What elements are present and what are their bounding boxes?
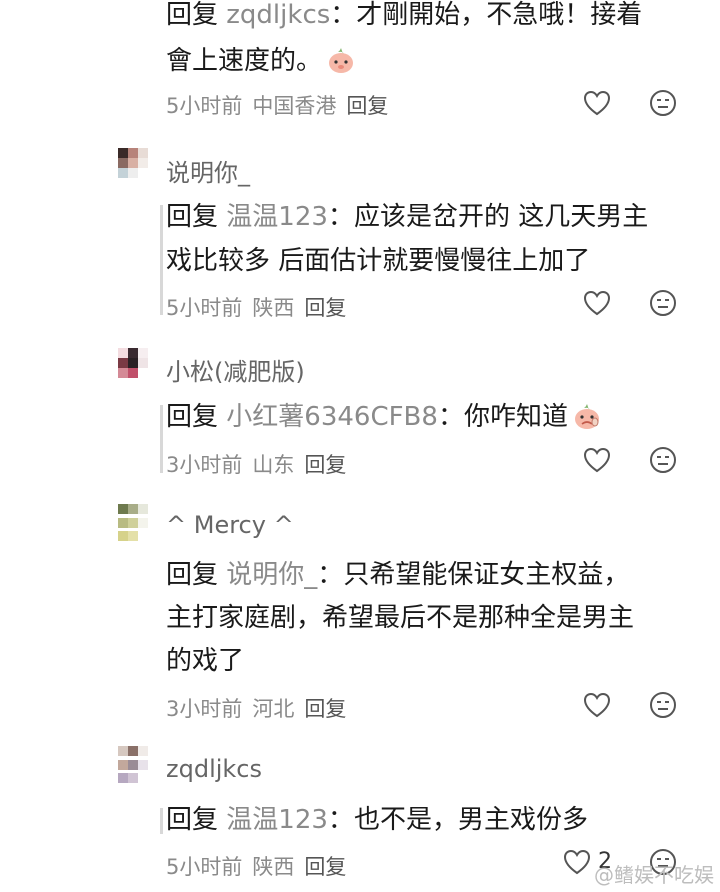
reply-text: 才剛開始，不急哦！接着	[356, 0, 643, 30]
neutral-face-icon	[650, 290, 676, 316]
reply-button[interactable]: 回复	[304, 296, 346, 320]
comment-time: 5小时前	[166, 855, 243, 879]
reply-target[interactable]: 小红薯6346CFB8	[226, 402, 438, 432]
reply-line-2: 戏比较多 后面估计就要慢慢往上加了	[166, 238, 696, 284]
reply-line-1: 回复 说明你_：只希望能保证女主权益，	[166, 560, 630, 590]
reply-text: 主打家庭剧，希望最后不是那种全是男主	[166, 603, 635, 633]
reply-line-2: 主打家庭剧，希望最后不是那种全是男主	[166, 595, 696, 641]
reply-button[interactable]: 回复	[304, 697, 346, 721]
quote-bar	[160, 808, 163, 834]
comment-username[interactable]: 说明你_	[166, 153, 250, 188]
comment-meta: 5小时前 陕西 回复	[166, 292, 356, 322]
reply-text: 會上速度的。	[166, 46, 323, 76]
reply-button[interactable]: 回复	[346, 94, 388, 118]
heart-outline-icon	[583, 90, 611, 116]
dislike-button[interactable]	[648, 288, 678, 318]
reply-text: 应该是岔开的 这几天男主	[353, 202, 649, 232]
neutral-face-icon	[650, 90, 676, 116]
reply-text: 也不是，男主戏份多	[353, 805, 588, 835]
reply-line-1: 回复 小红薯6346CFB8：你咋知道	[166, 394, 696, 440]
reply-line-1: 回复 温温123：也不是，男主戏份多	[166, 805, 588, 835]
reply-line-3: 的戏了	[166, 638, 696, 684]
reply-target[interactable]: 温温123	[226, 805, 328, 835]
avatar[interactable]	[118, 348, 148, 378]
comment-location: 陕西	[252, 296, 295, 320]
comment-username[interactable]: zqdljkcs	[166, 755, 262, 783]
reply-target[interactable]: 温温123	[226, 202, 328, 232]
reply-text: 的戏了	[166, 646, 245, 676]
comment-time: 5小时前	[166, 296, 243, 320]
heart-outline-icon	[563, 849, 591, 875]
like-button[interactable]	[582, 445, 612, 475]
comment-meta: 3小时前 山东 回复	[166, 449, 356, 479]
reply-button[interactable]: 回复	[304, 855, 346, 879]
reply-text: 只希望能保证女主权益，	[343, 560, 630, 590]
comment-meta: 3小时前 河北 回复	[166, 693, 356, 723]
reply-text: 你咋知道	[463, 402, 568, 432]
reply-button[interactable]: 回复	[304, 453, 346, 477]
comment-time: 5小时前	[166, 94, 243, 118]
heart-outline-icon	[583, 290, 611, 316]
comment-location: 中国香港	[252, 94, 337, 118]
watermark: @鳍娱不吃娱	[594, 863, 714, 887]
reply-target[interactable]: zqdljkcs	[226, 0, 330, 30]
heart-outline-icon	[583, 692, 611, 718]
dislike-button[interactable]	[648, 690, 678, 720]
reply-keyword: 回复	[166, 0, 219, 30]
comment-username[interactable]: 小松(减肥版)	[166, 352, 305, 387]
reply-keyword: 回复	[166, 402, 219, 432]
comment-location: 陕西	[252, 855, 295, 879]
heart-outline-icon	[583, 447, 611, 473]
neutral-face-icon	[650, 447, 676, 473]
dislike-button[interactable]	[648, 88, 678, 118]
neutral-face-icon	[650, 692, 676, 718]
comment-location: 山东	[252, 453, 295, 477]
reply-line-2: 會上速度的。	[166, 38, 696, 84]
quote-bar	[160, 405, 163, 473]
dislike-button[interactable]	[648, 445, 678, 475]
reply-line-1: 回复 温温123：应该是岔开的 这几天男主	[166, 202, 649, 232]
comment-location: 河北	[252, 697, 295, 721]
like-button[interactable]	[582, 288, 612, 318]
reply-keyword: 回复	[166, 560, 219, 590]
reply-target[interactable]: 说明你_	[226, 560, 317, 590]
peach-pig-emoji-icon	[572, 400, 602, 430]
comment-meta: 5小时前 中国香港 回复	[166, 90, 398, 120]
avatar[interactable]	[118, 504, 148, 544]
comment-meta: 5小时前 陕西 回复	[166, 851, 356, 881]
avatar[interactable]	[118, 746, 148, 786]
like-button[interactable]	[582, 88, 612, 118]
like-button[interactable]	[582, 690, 612, 720]
quote-bar	[160, 205, 163, 315]
peach-pig-emoji-icon	[326, 44, 356, 74]
reply-text: 戏比较多 后面估计就要慢慢往上加了	[166, 246, 591, 276]
reply-line-1: 回复 zqdljkcs：才剛開始，不急哦！接着	[166, 0, 643, 30]
like-button[interactable]	[562, 847, 592, 877]
reply-keyword: 回复	[166, 805, 219, 835]
reply-keyword: 回复	[166, 202, 219, 232]
comment-time: 3小时前	[166, 697, 243, 721]
avatar[interactable]	[118, 148, 148, 178]
comment-username[interactable]: ^ Mercy ^	[166, 511, 294, 539]
comment-time: 3小时前	[166, 453, 243, 477]
